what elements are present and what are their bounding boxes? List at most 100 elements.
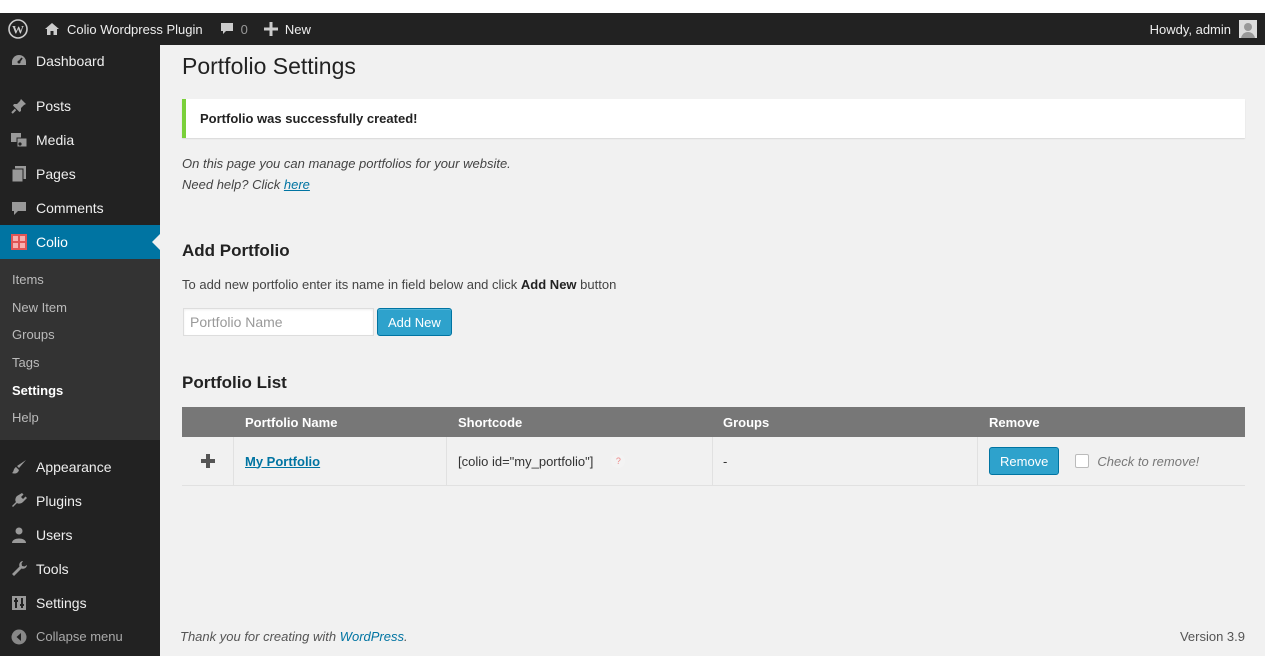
shortcode-text: [colio id="my_portfolio"]	[458, 453, 594, 469]
submenu-new-item[interactable]: New Item	[0, 294, 160, 322]
footer-thanks-suffix: .	[404, 629, 408, 644]
help-link[interactable]: here	[284, 177, 310, 192]
menu-posts[interactable]: Posts	[0, 89, 160, 123]
submenu-items[interactable]: Items	[0, 266, 160, 294]
my-account-link[interactable]: Howdy, admin	[1142, 13, 1265, 45]
header-cell-handle	[182, 407, 234, 437]
submenu-settings[interactable]: Settings	[0, 376, 160, 404]
row-groups-cell: -	[713, 437, 978, 485]
header-cell-groups: Groups	[723, 414, 770, 430]
menu-appearance[interactable]: Appearance	[0, 450, 160, 484]
menu-separator	[0, 440, 160, 450]
table-header: Portfolio Name Shortcode Groups Remove	[182, 407, 1245, 437]
media-icon	[10, 131, 28, 149]
footer-version: Version 3.9	[1179, 629, 1245, 644]
new-content-link[interactable]: New	[256, 13, 319, 45]
admin-sidebar: Dashboard Posts Media Pages Comments Col…	[0, 45, 160, 656]
colio-icon	[10, 233, 28, 251]
menu-label: Colio	[36, 234, 68, 250]
menu-colio[interactable]: Colio	[0, 225, 160, 259]
add-desc-bold: Add New	[520, 277, 577, 292]
pages-icon	[10, 165, 28, 183]
site-name-label: Colio Wordpress Plugin	[67, 21, 203, 37]
user-icon	[10, 526, 28, 544]
menu-label: Plugins	[36, 492, 82, 509]
menu-separator	[0, 77, 160, 89]
portfolio-table: Portfolio Name Shortcode Groups Remove M…	[182, 407, 1245, 486]
portfolio-list-heading: Portfolio List	[182, 373, 287, 392]
site-name-link[interactable]: Colio Wordpress Plugin	[36, 13, 211, 45]
add-portfolio-form: Add New	[183, 308, 452, 336]
colio-submenu: Items New Item Groups Tags Settings Help	[0, 259, 160, 440]
header-cell-shortcode: Shortcode	[458, 414, 523, 430]
notice-text: Portfolio was successfully created!	[200, 111, 418, 126]
success-notice: Portfolio was successfully created!	[182, 99, 1245, 138]
browser-top-strip	[0, 0, 1265, 13]
remove-button[interactable]: Remove	[989, 447, 1060, 475]
comments-count: 0	[240, 21, 248, 37]
portfolio-name-link[interactable]: My Portfolio	[245, 454, 320, 469]
submenu-groups[interactable]: Groups	[0, 321, 160, 349]
wordpress-link[interactable]: WordPress	[340, 629, 404, 644]
comment-icon	[10, 199, 28, 217]
groups-text: -	[723, 453, 728, 469]
wrench-icon	[10, 560, 28, 578]
comments-link[interactable]: 0	[211, 13, 256, 45]
wordpress-logo-icon[interactable]: W	[0, 13, 36, 45]
menu-dashboard[interactable]: Dashboard	[0, 45, 160, 77]
intro-line-1: On this page you can manage portfolios f…	[182, 156, 511, 171]
avatar	[1239, 20, 1257, 38]
menu-label: Comments	[36, 200, 104, 216]
menu-comments[interactable]: Comments	[0, 191, 160, 225]
footer-thanks: Thank you for creating with WordPress.	[180, 629, 408, 644]
collapse-menu-button[interactable]: Collapse menu	[0, 620, 160, 654]
menu-label: Users	[36, 526, 73, 543]
portfolio-name-input[interactable]	[183, 308, 374, 336]
menu-media[interactable]: Media	[0, 123, 160, 157]
table-row: My Portfolio [colio id="my_portfolio"] ?…	[182, 437, 1245, 486]
submenu-tags[interactable]: Tags	[0, 349, 160, 377]
new-label: New	[284, 21, 311, 37]
comment-bubble-icon	[219, 21, 235, 37]
home-icon	[44, 21, 60, 37]
menu-tools[interactable]: Tools	[0, 552, 160, 586]
submenu-help[interactable]: Help	[0, 404, 160, 432]
add-portfolio-description: To add new portfolio enter its name in f…	[182, 277, 616, 292]
expand-plus-icon[interactable]	[200, 448, 215, 474]
header-cell-name: Portfolio Name	[245, 414, 338, 430]
page-title: Portfolio Settings	[182, 53, 356, 79]
row-remove-cell: Remove Check to remove!	[978, 437, 1245, 485]
howdy-label: Howdy, admin	[1149, 21, 1231, 37]
header-cell-remove: Remove	[989, 414, 1040, 430]
settings-icon	[10, 594, 28, 612]
add-desc-prefix: To add new portfolio enter its name in f…	[182, 277, 521, 292]
footer-thanks-prefix: Thank you for creating with	[180, 629, 340, 644]
row-name-cell: My Portfolio	[234, 437, 447, 485]
check-to-remove[interactable]: Check to remove!	[1075, 454, 1199, 469]
add-portfolio-heading: Add Portfolio	[182, 241, 290, 260]
plus-icon	[263, 22, 278, 36]
menu-label: Media	[36, 132, 75, 148]
menu-pages[interactable]: Pages	[0, 157, 160, 191]
menu-users[interactable]: Users	[0, 518, 160, 552]
dashboard-icon	[10, 52, 28, 70]
svg-text:W: W	[12, 23, 24, 37]
plugin-icon	[10, 492, 28, 510]
menu-label: Dashboard	[36, 53, 105, 69]
menu-label: Posts	[36, 98, 72, 114]
menu-label: Pages	[36, 166, 76, 182]
menu-label: Appearance	[36, 458, 112, 475]
add-new-button[interactable]: Add New	[377, 308, 452, 336]
menu-label: Settings	[36, 594, 87, 611]
collapse-arrow-icon	[10, 628, 28, 646]
intro-text: On this page you can manage portfolios f…	[182, 153, 511, 195]
admin-bar: W Colio Wordpress Plugin 0 New Howdy, ad…	[0, 13, 1265, 45]
remove-checkbox[interactable]	[1075, 454, 1090, 468]
brush-icon	[10, 458, 28, 476]
menu-plugins[interactable]: Plugins	[0, 484, 160, 518]
menu-settings[interactable]: Settings	[0, 586, 160, 620]
row-shortcode-cell: [colio id="my_portfolio"] ?	[447, 437, 713, 485]
question-help-icon[interactable]: ?	[611, 454, 626, 468]
collapse-label: Collapse menu	[36, 629, 123, 645]
row-expand-cell	[182, 437, 234, 485]
